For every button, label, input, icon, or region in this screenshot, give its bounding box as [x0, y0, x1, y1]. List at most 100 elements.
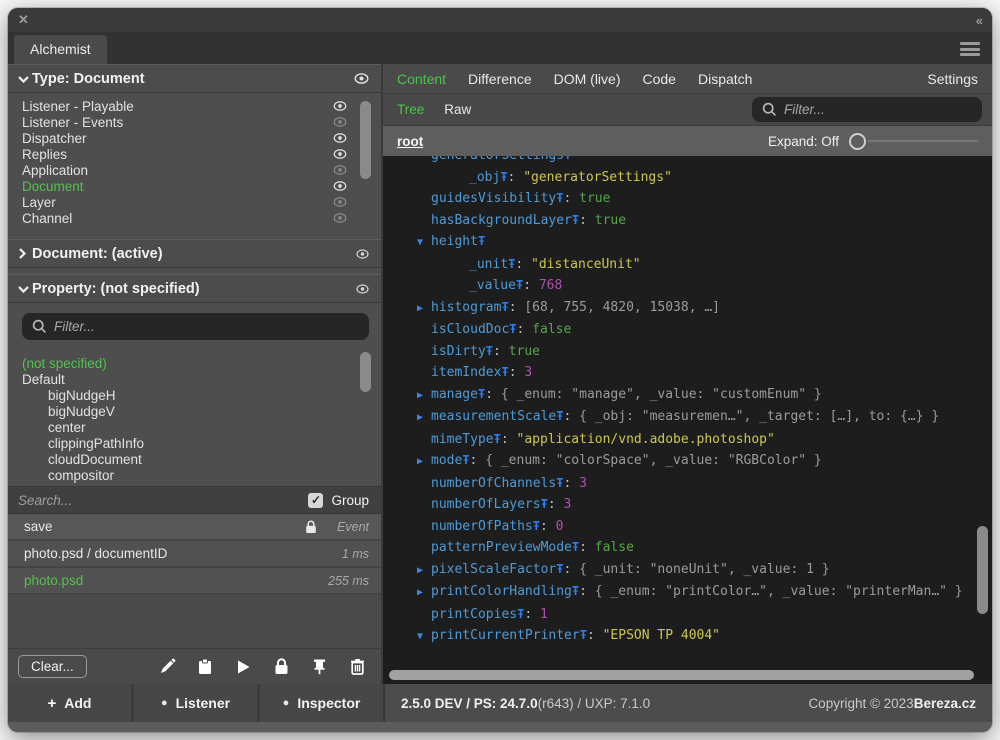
- eye-icon[interactable]: [333, 181, 347, 191]
- tree-key[interactable]: mimeType: [431, 432, 494, 447]
- section-header-document[interactable]: Document: (active): [8, 239, 381, 268]
- tree-key[interactable]: pixelScaleFactor: [431, 562, 556, 577]
- tree-node[interactable]: numberOfPathsŦ: 0: [403, 516, 966, 538]
- expand-arrow-icon[interactable]: ▼: [417, 232, 431, 254]
- inspector-button[interactable]: ● Inspector: [260, 684, 383, 722]
- type-list-item[interactable]: Listener - Events: [8, 114, 381, 130]
- edit-pencil-icon[interactable]: [157, 658, 177, 675]
- tree-node[interactable]: itemIndexŦ: 3: [403, 362, 966, 384]
- tree-node[interactable]: _objŦ: "generatorSettings": [403, 167, 966, 189]
- tree-node[interactable]: hasBackgroundLayerŦ: true: [403, 210, 966, 232]
- tree-node[interactable]: patternPreviewModeŦ: false: [403, 537, 966, 559]
- section-header-type[interactable]: Type: Document: [8, 64, 381, 93]
- slider-knob[interactable]: [849, 132, 866, 150]
- tree-node[interactable]: mimeTypeŦ: "application/vnd.adobe.photos…: [403, 429, 966, 451]
- pin-icon[interactable]: Ŧ: [478, 234, 485, 248]
- log-row[interactable]: save Event: [8, 514, 381, 539]
- play-icon[interactable]: [233, 659, 253, 675]
- eye-icon[interactable]: [333, 149, 347, 159]
- tree-key[interactable]: isDirty: [431, 344, 486, 359]
- property-list-item[interactable]: cloudDocument: [8, 451, 381, 467]
- collapse-arrow-icon[interactable]: ▶: [417, 560, 431, 582]
- listener-button[interactable]: ● Listener: [134, 684, 257, 722]
- trash-icon[interactable]: [347, 658, 367, 675]
- tree-key[interactable]: generatorSettings: [431, 156, 564, 163]
- panel-menu-icon[interactable]: [960, 42, 980, 56]
- tree-node[interactable]: isDirtyŦ: true: [403, 341, 966, 363]
- tree-node[interactable]: printCopiesŦ: 1: [403, 604, 966, 626]
- tree-key[interactable]: mode: [431, 453, 462, 468]
- tree-node[interactable]: ▼ printCurrentPrinterŦ: "EPSON TP 4004": [403, 625, 966, 648]
- tree-key[interactable]: _obj: [469, 170, 500, 185]
- pin-icon[interactable]: Ŧ: [462, 453, 469, 467]
- type-list-item[interactable]: Layer: [8, 194, 381, 210]
- pin-icon[interactable]: Ŧ: [533, 519, 540, 533]
- tree-key[interactable]: histogram: [431, 300, 501, 315]
- tree-node[interactable]: guidesVisibilityŦ: true: [403, 188, 966, 210]
- tab-alchemist[interactable]: Alchemist: [14, 35, 107, 64]
- collapse-arrow-icon[interactable]: ▶: [417, 582, 431, 604]
- eye-icon[interactable]: [333, 101, 347, 111]
- type-list-item[interactable]: Channel: [8, 210, 381, 226]
- eye-icon[interactable]: [356, 248, 369, 259]
- eye-icon[interactable]: [356, 283, 369, 294]
- pin-icon[interactable]: Ŧ: [541, 497, 548, 511]
- type-list-item[interactable]: Document: [8, 178, 381, 194]
- tree-key[interactable]: height: [431, 234, 478, 249]
- pin-icon[interactable]: Ŧ: [580, 628, 587, 642]
- expand-arrow-icon[interactable]: ▼: [417, 626, 431, 648]
- section-header-property[interactable]: Property: (not specified): [8, 274, 381, 303]
- property-list-item[interactable]: Default: [8, 371, 381, 387]
- tree-key[interactable]: hasBackgroundLayer: [431, 213, 572, 228]
- type-list-scrollbar[interactable]: [360, 101, 371, 179]
- pin-icon[interactable]: Ŧ: [509, 322, 516, 336]
- pin-icon[interactable]: Ŧ: [501, 300, 508, 314]
- content-horizontal-scrollbar[interactable]: [389, 670, 974, 680]
- clipboard-icon[interactable]: [195, 658, 215, 675]
- tab-code[interactable]: Code: [643, 71, 676, 87]
- tab-dispatch[interactable]: Dispatch: [698, 71, 752, 87]
- add-button[interactable]: + Add: [8, 684, 131, 722]
- tab-difference[interactable]: Difference: [468, 71, 532, 87]
- eye-icon[interactable]: [333, 133, 347, 143]
- pin-icon[interactable]: Ŧ: [494, 432, 501, 446]
- log-row[interactable]: photo.psd 255 ms: [8, 568, 381, 593]
- close-icon[interactable]: ✕: [18, 12, 29, 28]
- eye-icon[interactable]: [333, 213, 347, 223]
- collapse-arrow-icon[interactable]: ▶: [417, 407, 431, 429]
- type-list-item[interactable]: Replies: [8, 146, 381, 162]
- tree-node[interactable]: numberOfLayersŦ: 3: [403, 494, 966, 516]
- tree-node[interactable]: _valueŦ: 768: [403, 275, 966, 297]
- eye-icon[interactable]: [333, 117, 347, 127]
- lock-icon[interactable]: [271, 658, 291, 675]
- collapse-arrow-icon[interactable]: ▶: [417, 298, 431, 320]
- tab-content[interactable]: Content: [397, 71, 446, 87]
- tree-node[interactable]: ▶ pixelScaleFactorŦ: { _unit: "noneUnit",…: [403, 559, 966, 582]
- tree-node[interactable]: ▶ measurementScaleŦ: { _obj: "measuremen……: [403, 406, 966, 429]
- eye-icon[interactable]: [354, 73, 369, 84]
- tree-key[interactable]: numberOfChannels: [431, 476, 556, 491]
- tab-tree[interactable]: Tree: [397, 102, 424, 117]
- collapse-arrow-icon[interactable]: ▶: [417, 451, 431, 473]
- property-list-item[interactable]: clippingPathInfo: [8, 435, 381, 451]
- collapse-arrow-icon[interactable]: ▶: [417, 385, 431, 407]
- breadcrumb-root-link[interactable]: root: [397, 134, 423, 149]
- tree-node[interactable]: ▼ heightŦ: [403, 231, 966, 254]
- pin-icon[interactable]: [309, 658, 329, 675]
- property-list-item[interactable]: bigNudgeH: [8, 387, 381, 403]
- tree-key[interactable]: isCloudDoc: [431, 322, 509, 337]
- tree-key[interactable]: patternPreviewMode: [431, 540, 572, 555]
- tree-key[interactable]: measurementScale: [431, 409, 556, 424]
- tree-key[interactable]: printCurrentPrinter: [431, 628, 580, 643]
- content-vertical-scrollbar[interactable]: [977, 526, 988, 614]
- tree-node[interactable]: ▶ modeŦ: { _enum: "colorSpace", _value: "…: [403, 450, 966, 473]
- tree-key[interactable]: _unit: [469, 257, 508, 272]
- log-row[interactable]: photo.psd / documentID 1 ms: [8, 541, 381, 566]
- pin-icon[interactable]: Ŧ: [564, 156, 571, 162]
- tree-key[interactable]: _value: [469, 278, 516, 293]
- type-list-item[interactable]: Application: [8, 162, 381, 178]
- tree-node[interactable]: _unitŦ: "distanceUnit": [403, 254, 966, 276]
- type-list-item[interactable]: Listener - Playable: [8, 98, 381, 114]
- property-list-item[interactable]: bigNudgeV: [8, 403, 381, 419]
- property-filter-input[interactable]: [54, 319, 359, 334]
